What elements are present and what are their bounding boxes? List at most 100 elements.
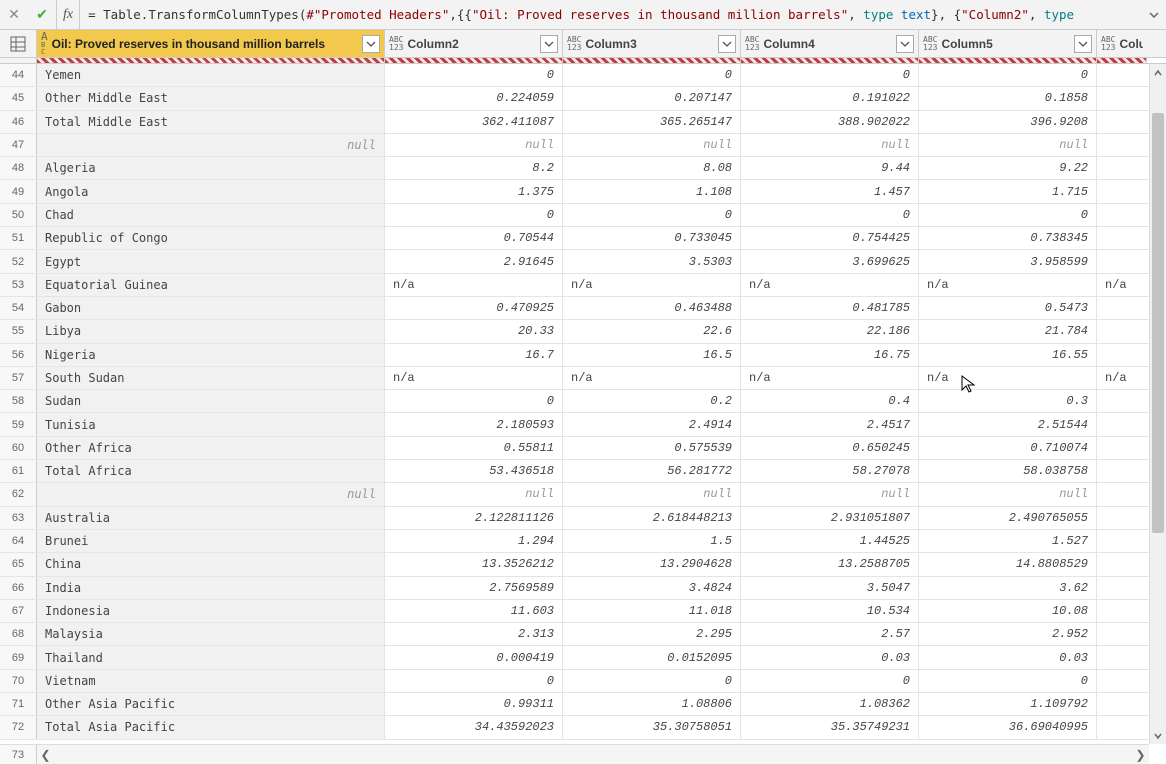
cell-value[interactable]: null bbox=[563, 483, 741, 505]
cell-value[interactable]: 2.952 bbox=[919, 623, 1097, 645]
cell-value[interactable]: 1.44525 bbox=[741, 530, 919, 552]
table-row[interactable]: 62nullnullnullnullnull bbox=[0, 483, 1166, 506]
cell-country[interactable]: Nigeria bbox=[37, 344, 385, 366]
cell-value[interactable]: 56.281772 bbox=[563, 460, 741, 482]
vertical-scrollbar[interactable] bbox=[1149, 64, 1166, 744]
table-row[interactable]: 70Vietnam0000 bbox=[0, 670, 1166, 693]
cell-value[interactable]: n/a bbox=[385, 367, 563, 389]
cell-value[interactable]: 9.44 bbox=[741, 157, 919, 179]
cell-value[interactable]: 35.35749231 bbox=[741, 716, 919, 738]
cell-value[interactable]: 0.5473 bbox=[919, 297, 1097, 319]
scroll-down-button[interactable] bbox=[1150, 727, 1166, 744]
column-header-c1[interactable]: ABC Oil: Proved reserves in thousand mil… bbox=[37, 30, 385, 57]
cell-value[interactable]: 0 bbox=[563, 64, 741, 86]
cell-value[interactable] bbox=[1097, 111, 1147, 133]
cell-country[interactable]: Tunisia bbox=[37, 413, 385, 435]
cell-value[interactable]: 1.109792 bbox=[919, 693, 1097, 715]
cell-country[interactable]: Republic of Congo bbox=[37, 227, 385, 249]
cell-value[interactable]: null bbox=[741, 483, 919, 505]
cell-value[interactable]: 0.710074 bbox=[919, 437, 1097, 459]
cell-value[interactable]: 34.43592023 bbox=[385, 716, 563, 738]
cell-value[interactable]: 0.207147 bbox=[563, 87, 741, 109]
cell-value[interactable]: 2.295 bbox=[563, 623, 741, 645]
cell-value[interactable]: 16.7 bbox=[385, 344, 563, 366]
cell-value[interactable] bbox=[1097, 180, 1147, 202]
cell-value[interactable]: 2.7569589 bbox=[385, 577, 563, 599]
cell-value[interactable]: 0.463488 bbox=[563, 297, 741, 319]
cell-value[interactable]: 0.754425 bbox=[741, 227, 919, 249]
cell-value[interactable] bbox=[1097, 646, 1147, 668]
cell-value[interactable] bbox=[1097, 623, 1147, 645]
cell-value[interactable] bbox=[1097, 483, 1147, 505]
cell-value[interactable]: 0 bbox=[563, 204, 741, 226]
cell-country[interactable]: Indonesia bbox=[37, 600, 385, 622]
expand-formula-button[interactable] bbox=[1142, 1, 1166, 29]
table-row[interactable]: 68Malaysia2.3132.2952.572.952 bbox=[0, 623, 1166, 646]
cell-value[interactable]: 0.000419 bbox=[385, 646, 563, 668]
table-row[interactable]: 67Indonesia11.60311.01810.53410.08 bbox=[0, 600, 1166, 623]
cell-value[interactable] bbox=[1097, 204, 1147, 226]
table-row[interactable]: 54Gabon0.4709250.4634880.4817850.5473 bbox=[0, 297, 1166, 320]
cell-value[interactable] bbox=[1097, 577, 1147, 599]
cell-value[interactable]: 1.527 bbox=[919, 530, 1097, 552]
cell-value[interactable]: n/a bbox=[385, 274, 563, 296]
cell-country[interactable]: Other Asia Pacific bbox=[37, 693, 385, 715]
column-filter-button[interactable] bbox=[540, 35, 558, 53]
table-row[interactable]: 65China13.352621213.290462813.258870514.… bbox=[0, 553, 1166, 576]
cell-value[interactable]: 22.186 bbox=[741, 320, 919, 342]
cell-country[interactable]: Algeria bbox=[37, 157, 385, 179]
cell-value[interactable]: 0.575539 bbox=[563, 437, 741, 459]
table-row[interactable]: 46Total Middle East362.411087365.2651473… bbox=[0, 111, 1166, 134]
table-row[interactable]: 72Total Asia Pacific34.4359202335.307580… bbox=[0, 716, 1166, 739]
cell-value[interactable] bbox=[1097, 530, 1147, 552]
cell-value[interactable]: 2.51544 bbox=[919, 413, 1097, 435]
column-header-c3[interactable]: ABC123 Column3 bbox=[563, 30, 741, 57]
cell-value[interactable]: 14.8808529 bbox=[919, 553, 1097, 575]
cell-value[interactable]: 388.902022 bbox=[741, 111, 919, 133]
cell-value[interactable]: 0.70544 bbox=[385, 227, 563, 249]
cell-value[interactable] bbox=[1097, 344, 1147, 366]
cell-value[interactable]: 16.75 bbox=[741, 344, 919, 366]
table-row[interactable]: 51Republic of Congo0.705440.7330450.7544… bbox=[0, 227, 1166, 250]
cell-value[interactable]: 21.784 bbox=[919, 320, 1097, 342]
cell-country[interactable]: Equatorial Guinea bbox=[37, 274, 385, 296]
formula-input[interactable]: = Table.TransformColumnTypes(#"Promoted … bbox=[80, 7, 1142, 22]
cell-value[interactable]: null bbox=[919, 483, 1097, 505]
cell-value[interactable]: 0.99311 bbox=[385, 693, 563, 715]
cell-country[interactable]: null bbox=[37, 134, 385, 156]
table-row[interactable]: 58Sudan00.20.40.3 bbox=[0, 390, 1166, 413]
table-row[interactable]: 47nullnullnullnullnull bbox=[0, 134, 1166, 157]
column-header-c4[interactable]: ABC123 Column4 bbox=[741, 30, 919, 57]
cell-value[interactable]: 0 bbox=[919, 64, 1097, 86]
table-row[interactable]: 49Angola1.3751.1081.4571.715 bbox=[0, 180, 1166, 203]
cell-country[interactable]: Libya bbox=[37, 320, 385, 342]
cell-value[interactable]: n/a bbox=[919, 367, 1097, 389]
cell-value[interactable]: 8.08 bbox=[563, 157, 741, 179]
column-filter-button[interactable] bbox=[362, 35, 380, 53]
cell-value[interactable]: 396.9208 bbox=[919, 111, 1097, 133]
cell-value[interactable] bbox=[1097, 716, 1147, 738]
cell-country[interactable]: Other Africa bbox=[37, 437, 385, 459]
cell-value[interactable] bbox=[1097, 157, 1147, 179]
cell-value[interactable] bbox=[1097, 670, 1147, 692]
cell-value[interactable]: 0 bbox=[385, 204, 563, 226]
cell-value[interactable]: 0.4 bbox=[741, 390, 919, 412]
cell-value[interactable]: 0 bbox=[741, 670, 919, 692]
cell-country[interactable]: Yemen bbox=[37, 64, 385, 86]
cell-value[interactable]: 2.57 bbox=[741, 623, 919, 645]
cell-value[interactable]: 3.5303 bbox=[563, 250, 741, 272]
cell-value[interactable]: 0 bbox=[919, 204, 1097, 226]
table-row[interactable]: 64Brunei1.2941.51.445251.527 bbox=[0, 530, 1166, 553]
cell-value[interactable]: 0.470925 bbox=[385, 297, 563, 319]
scrollbar-thumb[interactable] bbox=[1152, 113, 1164, 533]
cell-value[interactable]: 2.91645 bbox=[385, 250, 563, 272]
cell-value[interactable]: n/a bbox=[919, 274, 1097, 296]
cell-country[interactable]: Vietnam bbox=[37, 670, 385, 692]
cell-value[interactable]: 0.738345 bbox=[919, 227, 1097, 249]
cell-value[interactable] bbox=[1097, 413, 1147, 435]
cell-country[interactable]: Egypt bbox=[37, 250, 385, 272]
cell-value[interactable]: 0.03 bbox=[919, 646, 1097, 668]
table-row[interactable]: 60Other Africa0.558110.5755390.6502450.7… bbox=[0, 437, 1166, 460]
cell-value[interactable]: null bbox=[385, 483, 563, 505]
cell-value[interactable] bbox=[1097, 693, 1147, 715]
